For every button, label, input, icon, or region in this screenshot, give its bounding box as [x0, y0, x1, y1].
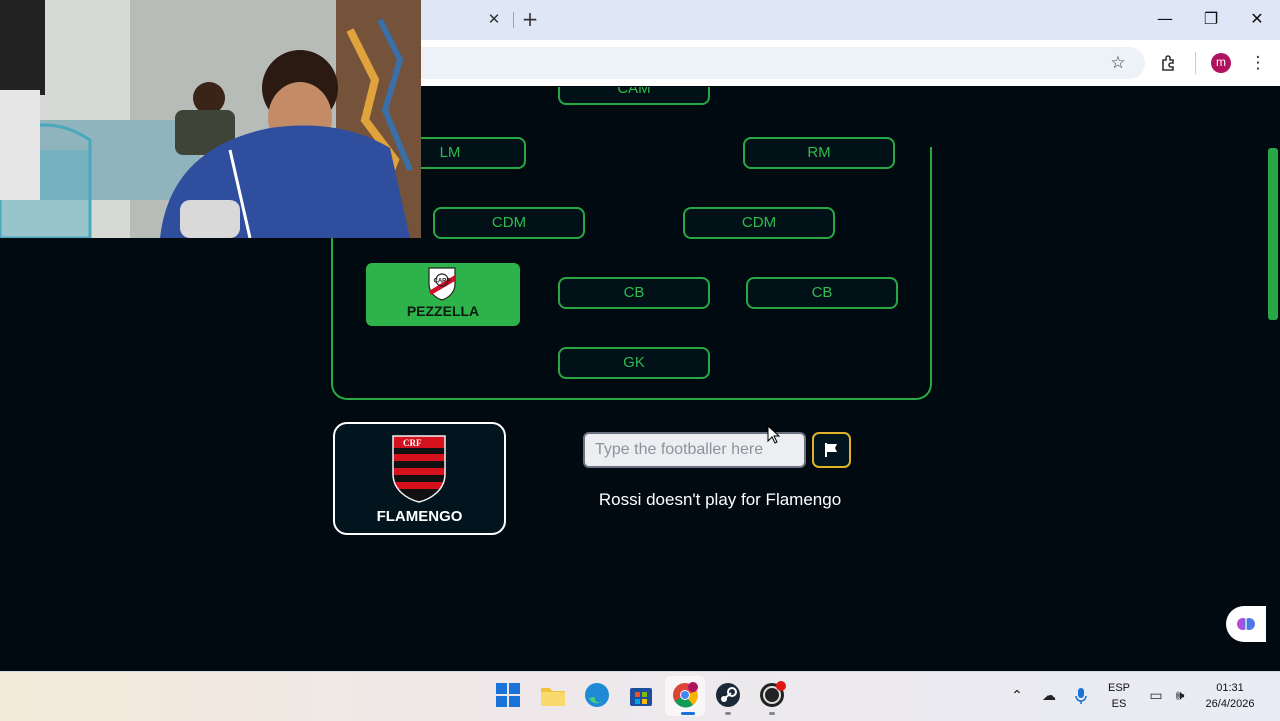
network-icon[interactable]: ▭	[1147, 687, 1165, 705]
clock-date[interactable]: 26/4/2026	[1198, 698, 1262, 710]
tab-close-icon[interactable]: ✕	[484, 9, 504, 29]
feedback-message: Rossi doesn't play for Flamengo	[598, 490, 842, 509]
position-slot-cam[interactable]: CAM	[558, 87, 710, 105]
microphone-icon[interactable]	[1072, 687, 1090, 705]
svg-text:CARP: CARP	[433, 279, 450, 285]
keyboard-layout[interactable]: ES	[1104, 698, 1134, 710]
toolbar-separator	[1195, 52, 1196, 74]
clock-time[interactable]: 01:31	[1198, 682, 1262, 694]
minimize-button[interactable]: —	[1150, 6, 1180, 32]
scrollbar-thumb[interactable]	[1268, 148, 1278, 320]
steam-icon[interactable]	[714, 681, 742, 709]
position-slot-cdm-right[interactable]: CDM	[683, 207, 835, 239]
input-language[interactable]: ESP	[1104, 682, 1134, 694]
file-explorer-icon[interactable]	[539, 681, 567, 709]
svg-text:CRF: CRF	[403, 438, 422, 448]
river-plate-crest-icon: CARP	[428, 267, 456, 301]
new-tab-icon[interactable]: +	[519, 8, 541, 30]
steam-running-indicator	[725, 712, 731, 715]
obs-running-indicator	[769, 712, 775, 715]
microsoft-store-icon[interactable]	[627, 681, 655, 709]
position-slot-cdm-left[interactable]: CDM	[433, 207, 585, 239]
webcam-feed-image	[0, 0, 421, 238]
address-bar[interactable]	[410, 47, 1145, 79]
bookmark-star-icon[interactable]: ☆	[1105, 50, 1131, 76]
assistant-button[interactable]	[1226, 606, 1266, 642]
restore-button[interactable]: ❐	[1196, 6, 1226, 32]
position-slot-cb-right[interactable]: CB	[746, 277, 898, 309]
club-card: CRF FLAMENGO	[333, 422, 506, 535]
give-up-button[interactable]	[812, 432, 851, 468]
flag-icon	[825, 443, 837, 457]
close-window-button[interactable]: ✕	[1242, 6, 1272, 32]
mouse-cursor-icon	[767, 425, 781, 444]
extensions-icon[interactable]	[1156, 50, 1182, 76]
chrome-browser-icon[interactable]	[671, 681, 699, 709]
profile-avatar[interactable]: m	[1211, 53, 1231, 73]
club-name: FLAMENGO	[376, 508, 463, 525]
flamengo-crest-icon: CRF	[392, 435, 446, 503]
position-slot-gk[interactable]: GK	[558, 347, 710, 379]
position-slot-cb-center[interactable]: CB	[558, 277, 710, 309]
tab-separator	[513, 12, 514, 28]
show-hidden-icons-chevron-icon[interactable]: ⌃	[1008, 687, 1026, 705]
brain-icon	[1237, 618, 1255, 630]
player-name: PEZZELLA	[406, 303, 480, 319]
obs-studio-icon[interactable]	[758, 681, 786, 709]
volume-icon[interactable]: 🕪	[1171, 687, 1189, 705]
chrome-running-indicator	[681, 712, 695, 715]
webcam-overlay	[0, 0, 421, 238]
onedrive-offline-icon[interactable]: ☁	[1040, 687, 1058, 705]
position-slot-rm[interactable]: RM	[743, 137, 895, 169]
edge-browser-icon[interactable]	[583, 681, 611, 709]
browser-menu-icon[interactable]: ⋮	[1245, 50, 1271, 76]
windows-start-icon[interactable]	[494, 681, 522, 709]
filled-position-slot[interactable]: CARP PEZZELLA	[366, 263, 520, 326]
